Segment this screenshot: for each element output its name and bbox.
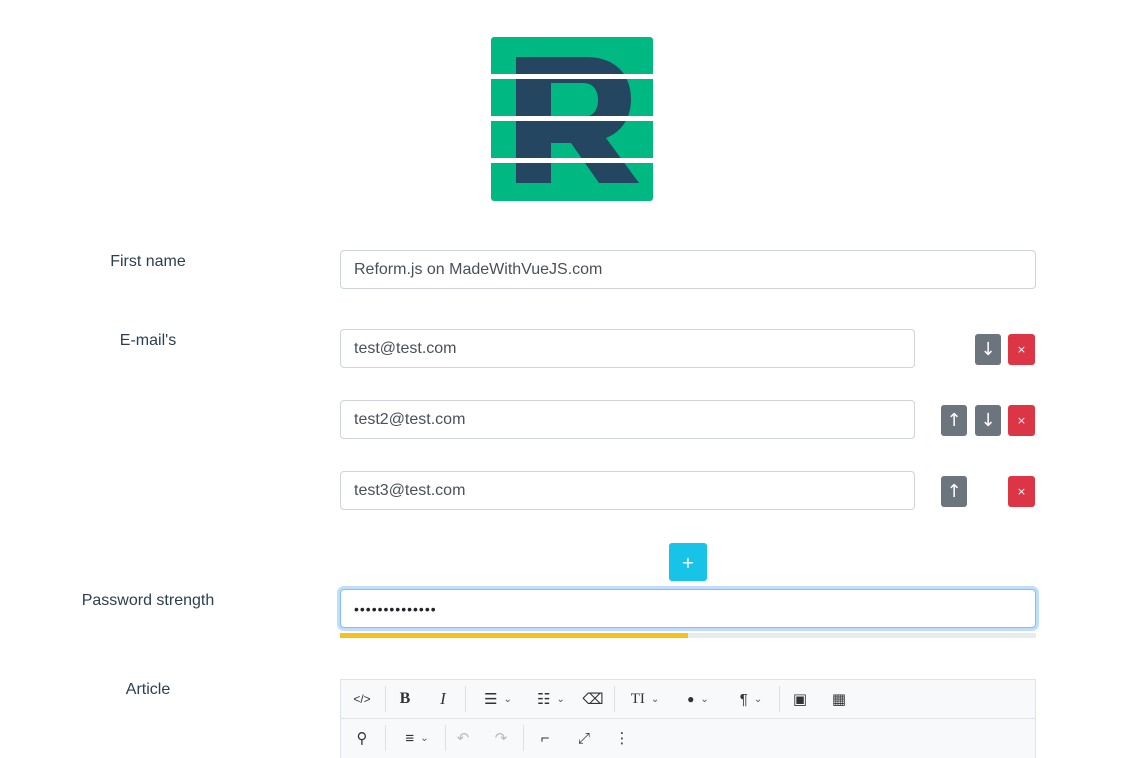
- code-view-icon[interactable]: </>: [344, 680, 380, 718]
- chevron-down-icon: ⌄: [556, 693, 565, 705]
- chevron-down-icon: ⌄: [700, 693, 709, 705]
- chevron-down-icon: ⌄: [503, 693, 512, 705]
- font-size-icon: TI: [630, 690, 645, 707]
- font-size-dropdown[interactable]: TI ⌄: [620, 680, 670, 718]
- unordered-list-icon: ☰: [484, 691, 498, 708]
- first-name-input[interactable]: [340, 250, 1036, 289]
- more-options-icon[interactable]: ⋮: [604, 719, 640, 757]
- chevron-down-icon: ⌄: [650, 693, 660, 705]
- add-email-button[interactable]: +: [669, 543, 707, 581]
- chevron-down-icon: ⌄: [420, 732, 429, 744]
- move-up-button[interactable]: ↑: [941, 405, 967, 436]
- password-strength-meter: [340, 633, 1036, 638]
- paragraph-icon: ¶: [739, 690, 748, 708]
- unordered-list-dropdown[interactable]: ☰ ⌄: [473, 680, 523, 718]
- undo-icon[interactable]: ↶: [445, 719, 481, 757]
- article-editor: </> B I ☰ ⌄ ☷ ⌄ ⌫ TI ⌄ ● ⌄ ¶ ⌄ ▣ ▦ ⚲ ≡ ⌄…: [340, 679, 1036, 758]
- editor-toolbar-row-2: ⚲ ≡ ⌄ ↶ ↷ ⌐ ⤢ ⋮: [341, 719, 1035, 757]
- bold-icon[interactable]: B: [387, 680, 423, 718]
- article-label: Article: [125, 681, 171, 698]
- move-down-button[interactable]: ↓: [975, 334, 1001, 365]
- move-up-button[interactable]: ↑: [941, 476, 967, 507]
- password-input[interactable]: [340, 589, 1036, 628]
- first-name-label: First name: [110, 253, 186, 270]
- email-input-1[interactable]: [340, 329, 915, 368]
- picture-icon[interactable]: ▣: [782, 680, 818, 718]
- align-dropdown[interactable]: ≡ ⌄: [392, 719, 442, 757]
- format-painter-icon[interactable]: ⌐: [527, 719, 563, 757]
- table-icon[interactable]: ▦: [821, 680, 857, 718]
- remove-email-button[interactable]: ×: [1008, 334, 1035, 365]
- ordered-list-icon: ☷: [537, 691, 551, 708]
- link-icon[interactable]: ⚲: [344, 719, 380, 757]
- fullscreen-icon[interactable]: ⤢: [566, 719, 602, 757]
- chevron-down-icon: ⌄: [753, 693, 763, 705]
- color-dropdown[interactable]: ● ⌄: [673, 680, 723, 718]
- reform-demo-page: First name E-mail's ↓ × ↑ ↓ × ↑ × + Pass…: [0, 0, 1144, 758]
- ordered-list-dropdown[interactable]: ☷ ⌄: [526, 680, 576, 718]
- password-strength-label: Password strength: [81, 592, 215, 609]
- align-icon: ≡: [405, 729, 415, 747]
- remove-email-button[interactable]: ×: [1008, 476, 1035, 507]
- password-strength-fill: [340, 633, 688, 638]
- email-input-2[interactable]: [340, 400, 915, 439]
- redo-icon[interactable]: ↷: [483, 719, 519, 757]
- color-drop-icon: ●: [687, 692, 695, 706]
- emails-label: E-mail's: [119, 332, 177, 349]
- italic-icon[interactable]: I: [425, 680, 461, 718]
- reform-logo: [491, 37, 653, 201]
- eraser-icon[interactable]: ⌫: [575, 680, 611, 718]
- remove-email-button[interactable]: ×: [1008, 405, 1035, 436]
- reform-logo-icon: [491, 37, 653, 201]
- email-input-3[interactable]: [340, 471, 915, 510]
- paragraph-dropdown[interactable]: ¶ ⌄: [726, 680, 776, 718]
- editor-toolbar-row-1: </> B I ☰ ⌄ ☷ ⌄ ⌫ TI ⌄ ● ⌄ ¶ ⌄ ▣ ▦: [341, 680, 1035, 719]
- move-down-button[interactable]: ↓: [975, 405, 1001, 436]
